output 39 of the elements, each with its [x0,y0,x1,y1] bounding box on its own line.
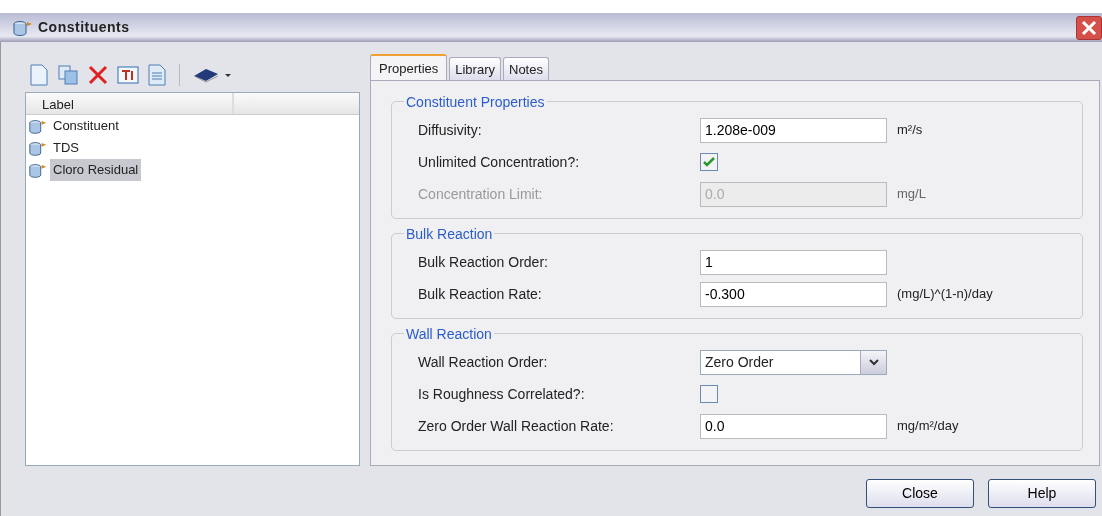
input-field[interactable]: 0.0 [700,413,887,439]
input-field[interactable]: 1 [700,249,887,275]
input-field[interactable]: -0.300 [700,281,887,307]
tab[interactable]: Properties [370,54,448,80]
dialog-button[interactable]: Close [866,478,974,508]
field-label: Bulk Reaction Order: [418,252,549,272]
field-label: Unlimited Concentration?: [418,152,581,172]
field-label: Bulk Reaction Rate: [418,284,543,304]
field-label: Is Roughness Correlated?: [418,384,586,404]
dropdown[interactable]: Zero Order [700,349,887,375]
field-label: Diffusivity: [418,120,483,140]
checkbox[interactable] [700,153,718,171]
container-icon [28,117,48,135]
new-document-icon[interactable] [29,64,49,86]
checkbox[interactable] [700,385,718,403]
close-icon[interactable] [1081,20,1097,35]
unit-label: m²/s [897,121,923,140]
tab[interactable]: Notes [503,57,549,80]
input-field[interactable]: 1.208e-009 [700,117,887,143]
list-item[interactable]: Cloro Residual [50,159,142,181]
list-item[interactable]: TDS [50,137,82,159]
list-item[interactable]: Constituent [50,115,122,137]
delete-icon[interactable] [87,65,109,85]
field-label: Wall Reaction Order: [418,352,549,372]
field-label: Zero Order Wall Reaction Rate: [418,416,615,436]
dialog-button[interactable]: Help [988,478,1096,508]
close-button[interactable] [1076,15,1102,40]
container-icon [12,18,34,37]
field-label: Concentration Limit: [418,184,544,204]
text-icon[interactable] [117,65,139,85]
unit-label: mg/m²/day [897,417,959,436]
unit-label: (mg/L)^(1-n)/day [897,285,993,304]
copy-icon[interactable] [57,64,79,86]
chevron-down-icon[interactable] [868,358,879,366]
unit-label: mg/L [897,185,926,204]
tab[interactable]: Library [449,57,501,80]
container-icon [28,161,48,179]
window-title: Constituents [38,18,130,37]
container-icon [28,139,48,157]
